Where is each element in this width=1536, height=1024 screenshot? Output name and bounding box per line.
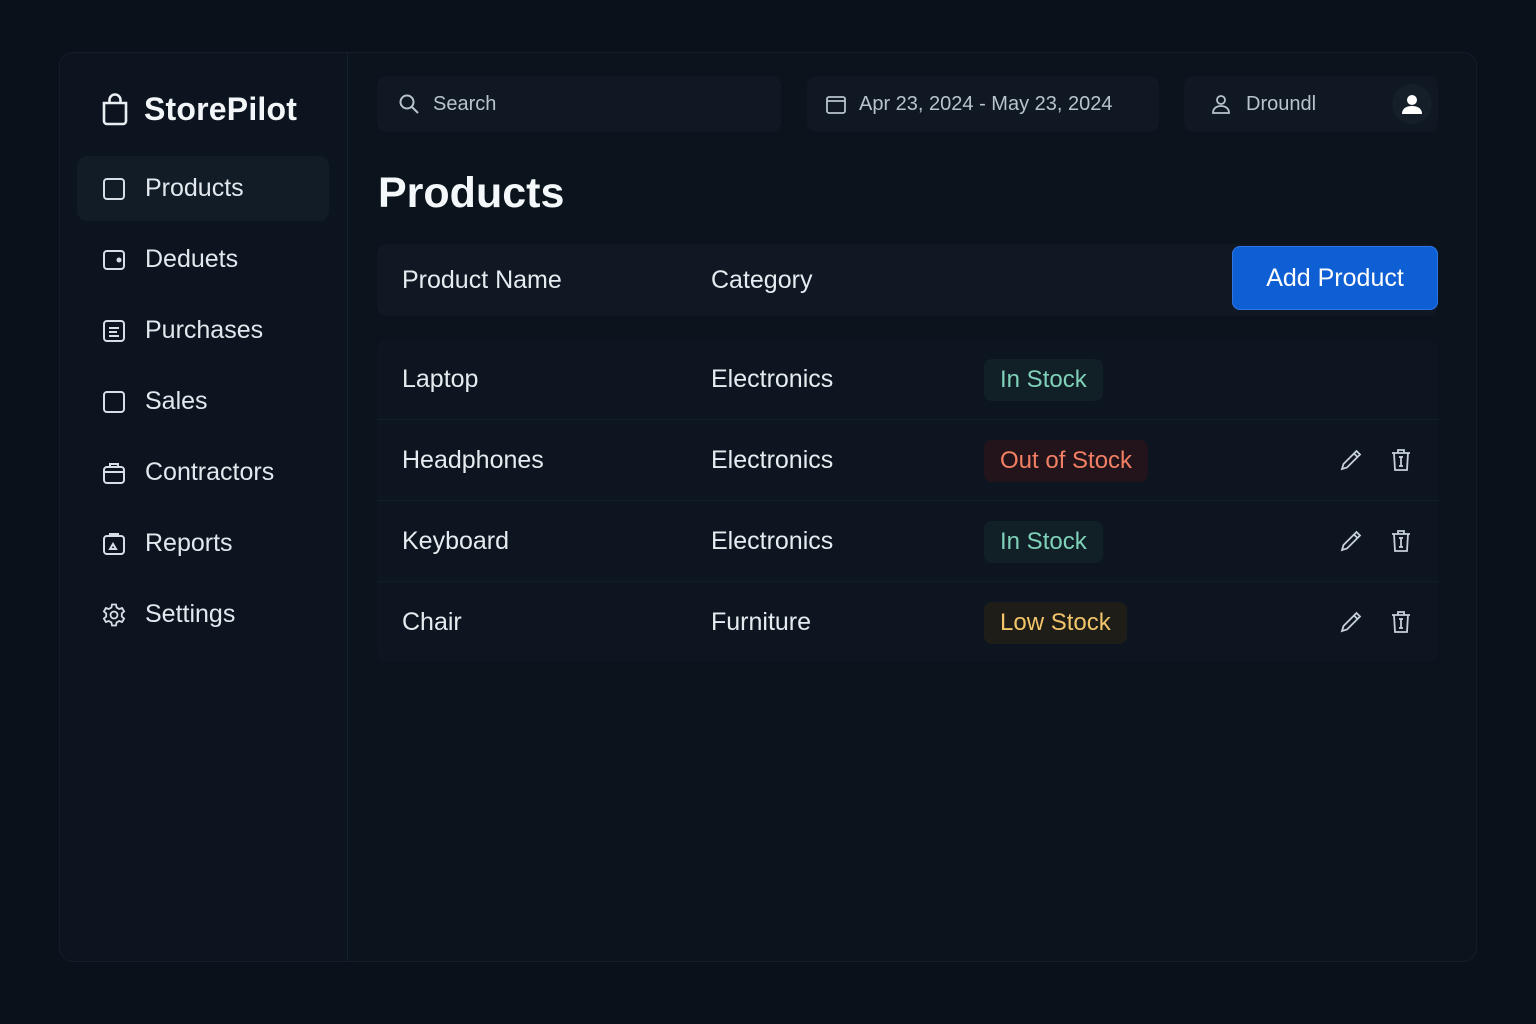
trash-icon[interactable] bbox=[1387, 527, 1415, 555]
user-menu[interactable]: Droundl bbox=[1184, 76, 1438, 132]
table-row[interactable]: Laptop Electronics In Stock bbox=[377, 339, 1438, 420]
sidebar-item-label: Products bbox=[145, 174, 244, 202]
search-box[interactable]: Search bbox=[377, 76, 781, 132]
column-header-product-name[interactable]: Product Name bbox=[402, 266, 562, 295]
sidebar-nav: Products Deduets Purchases Sales Contrac… bbox=[77, 156, 329, 653]
trash-icon[interactable] bbox=[1387, 446, 1415, 474]
product-category: Electronics bbox=[711, 365, 834, 393]
product-name: Laptop bbox=[402, 365, 479, 393]
calendar-icon bbox=[826, 96, 846, 114]
edit-icon[interactable] bbox=[1337, 608, 1365, 636]
sidebar-item-label: Deduets bbox=[145, 245, 239, 273]
app-window: StorePilot Products Deduets Purchases Sa… bbox=[59, 52, 1477, 962]
brand-name: StorePilot bbox=[144, 90, 298, 127]
sidebar-item-reports[interactable]: Reports bbox=[77, 511, 329, 576]
sidebar-item-label: Purchases bbox=[145, 316, 264, 344]
product-name: Headphones bbox=[402, 446, 544, 474]
trash-icon[interactable] bbox=[1387, 608, 1415, 636]
user-name: Droundl bbox=[1246, 92, 1317, 115]
wallet-icon bbox=[103, 249, 125, 270]
sidebar-item-label: Settings bbox=[145, 600, 236, 628]
status-badge: Out of Stock bbox=[984, 440, 1149, 482]
product-name: Chair bbox=[402, 608, 462, 636]
sidebar: StorePilot Products Deduets Purchases Sa… bbox=[60, 53, 348, 961]
table-row[interactable]: Headphones Electronics Out of Stock bbox=[377, 420, 1438, 501]
product-category: Electronics bbox=[711, 527, 834, 555]
product-category: Electronics bbox=[711, 446, 834, 474]
status-badge: In Stock bbox=[984, 359, 1103, 401]
date-range-picker[interactable]: Apr 23, 2024 - May 23, 2024 bbox=[807, 76, 1159, 132]
page-title: Products bbox=[378, 169, 565, 217]
date-range-text: Apr 23, 2024 - May 23, 2024 bbox=[859, 92, 1113, 115]
avatar-icon bbox=[1402, 95, 1422, 114]
user-icon bbox=[1212, 95, 1230, 114]
square-icon bbox=[103, 177, 125, 200]
sidebar-item-label: Sales bbox=[145, 387, 208, 415]
sidebar-item-contractors[interactable]: Contractors bbox=[77, 440, 329, 505]
square-icon bbox=[103, 390, 125, 413]
column-header-category[interactable]: Category bbox=[711, 266, 812, 295]
add-product-button[interactable]: Add Product bbox=[1232, 246, 1438, 310]
product-name: Keyboard bbox=[402, 527, 510, 555]
edit-icon[interactable] bbox=[1337, 527, 1365, 555]
product-category: Furniture bbox=[711, 608, 812, 636]
products-table: Laptop Electronics In Stock Headphones E… bbox=[377, 339, 1438, 662]
sidebar-item-label: Contractors bbox=[145, 458, 275, 486]
sidebar-item-sales[interactable]: Sales bbox=[77, 369, 329, 434]
shopping-bag-icon bbox=[102, 93, 128, 126]
status-badge: In Stock bbox=[984, 521, 1103, 563]
table-header: Product Name Category Add Product bbox=[377, 244, 1438, 316]
avatar[interactable] bbox=[1392, 84, 1432, 124]
briefcase-icon bbox=[103, 462, 125, 484]
brand[interactable]: StorePilot bbox=[100, 89, 297, 129]
sidebar-item-label: Reports bbox=[145, 529, 233, 557]
sidebar-item-settings[interactable]: Settings bbox=[77, 582, 329, 647]
table-row[interactable]: Chair Furniture Low Stock bbox=[377, 582, 1438, 662]
gear-icon bbox=[102, 603, 126, 626]
receipt-icon bbox=[103, 319, 125, 342]
table-row[interactable]: Keyboard Electronics In Stock bbox=[377, 501, 1438, 582]
sidebar-item-deduets[interactable]: Deduets bbox=[77, 227, 329, 292]
search-input[interactable]: Search bbox=[433, 93, 496, 116]
sidebar-item-purchases[interactable]: Purchases bbox=[77, 298, 329, 363]
edit-icon[interactable] bbox=[1337, 446, 1365, 474]
status-badge: Low Stock bbox=[984, 602, 1127, 644]
sidebar-item-products[interactable]: Products bbox=[77, 156, 329, 221]
clipboard-icon bbox=[103, 532, 125, 555]
search-icon bbox=[399, 94, 419, 114]
